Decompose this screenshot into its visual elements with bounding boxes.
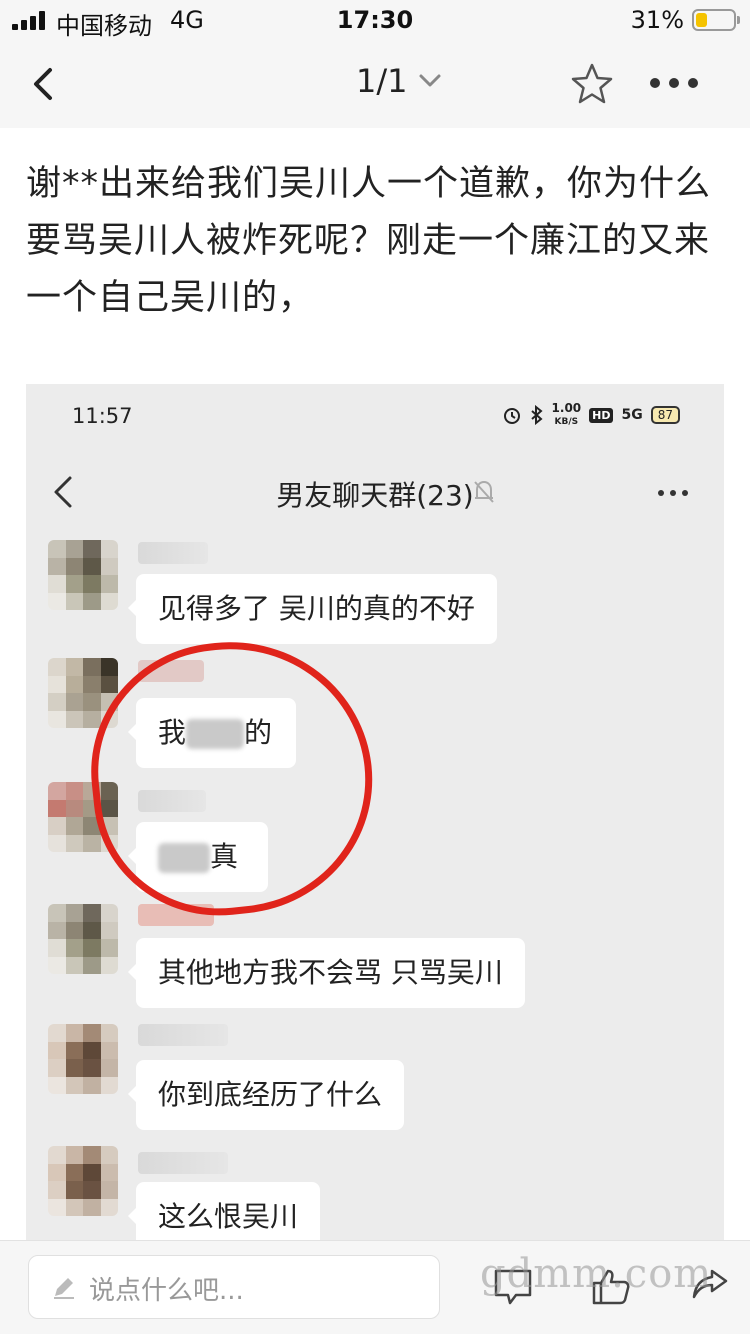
signal-5g: 5G xyxy=(621,407,643,423)
pager-dropdown[interactable]: 1/1 xyxy=(356,62,442,100)
more-dots-icon[interactable] xyxy=(650,78,698,88)
bluetooth-icon xyxy=(530,405,543,425)
avatar xyxy=(48,540,118,610)
net-speed-value: 1.00 xyxy=(551,401,582,415)
comment-placeholder: 说点什么吧... xyxy=(89,1276,244,1306)
avatar xyxy=(48,1146,118,1216)
mute-bell-icon xyxy=(474,480,494,503)
chevron-down-icon xyxy=(419,74,440,87)
screenshot-status-icons: 1.00 KB/S HD 5G 87 xyxy=(502,402,680,428)
screenshot-time: 11:57 xyxy=(72,404,133,428)
post-text: 谢**出来给我们吴川人一个道歉，你为什么要骂吴川人被炸死呢？刚走一个廉江的又来一… xyxy=(26,164,712,318)
comment-input[interactable]: 说点什么吧... xyxy=(28,1255,440,1319)
chat-header: 男友聊天群(23) xyxy=(26,456,724,526)
site-watermark: gdmm.com xyxy=(480,1251,713,1297)
alarm-icon xyxy=(503,408,520,424)
message-bubble: 这么恨吴川 xyxy=(127,1182,321,1244)
nickname-blurred xyxy=(138,1024,228,1046)
battery-icon xyxy=(692,9,740,31)
hd-badge: HD xyxy=(589,407,614,423)
nickname-blurred xyxy=(138,542,208,564)
screenshot-battery: 87 xyxy=(650,406,680,424)
status-bar: 中国移动 4G 17:30 31% xyxy=(0,0,750,40)
embedded-chat-screenshot: 11:57 1.00 KB/S HD 5G 87 男友聊天群(23) 见得多了 … xyxy=(26,384,724,1244)
battery-percent: 31% xyxy=(630,6,684,34)
star-icon[interactable] xyxy=(570,62,614,106)
pager-label: 1/1 xyxy=(356,62,408,100)
message-bubble: 其他地方我不会骂 只骂吴川 xyxy=(128,938,525,1008)
chat-more-icon xyxy=(658,490,688,496)
red-highlight-circle xyxy=(78,628,386,928)
nickname-blurred xyxy=(138,1152,228,1174)
net-speed-unit: KB/S xyxy=(554,417,579,427)
chevron-left-icon[interactable] xyxy=(26,64,66,104)
net-speed: 1.00 KB/S xyxy=(552,402,582,428)
message-bubble: 见得多了 吴川的真的不好 xyxy=(128,574,497,644)
avatar xyxy=(48,904,118,974)
chat-title: 男友聊天群(23) xyxy=(276,479,474,512)
avatar xyxy=(48,1024,118,1094)
nav-bar: 1/1 xyxy=(0,40,750,128)
message-bubble: 你到底经历了什么 xyxy=(127,1060,405,1130)
pencil-icon xyxy=(54,1278,74,1299)
bottom-bar: 说点什么吧... gdmm.com xyxy=(0,1240,750,1334)
screenshot-status-bar: 11:57 1.00 KB/S HD 5G 87 xyxy=(26,384,724,448)
battery-level-fill xyxy=(696,13,708,27)
